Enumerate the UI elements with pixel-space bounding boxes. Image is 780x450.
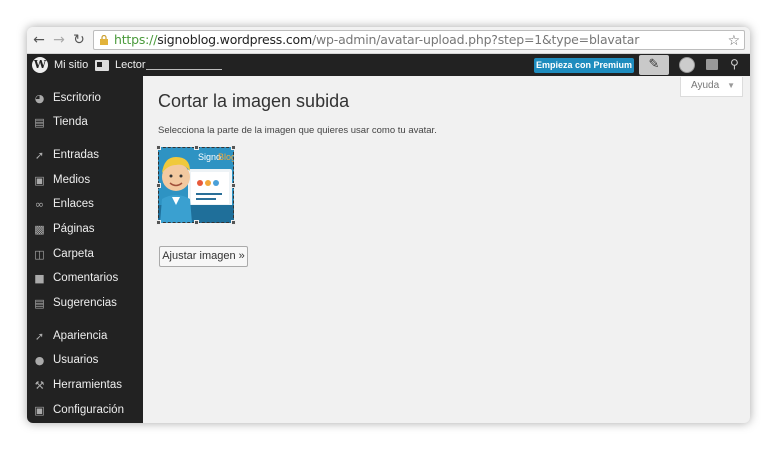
admin-sidebar: ◕ Escritorio ▤ Tienda ➚ Entradas ▣ Medio… — [27, 76, 143, 423]
browser-window: ← → ↻ https://signoblog.wordpress.com/wp… — [27, 27, 750, 423]
crop-handle-sw[interactable] — [156, 220, 161, 225]
tools-icon: ⚒ — [34, 378, 45, 392]
sidebar-item-label: Escritorio — [53, 92, 101, 104]
sidebar-item-usuarios[interactable]: ● Usuarios — [27, 350, 143, 370]
link-icon: ∞ — [34, 197, 45, 211]
help-tab[interactable]: Ayuda ▼ — [680, 77, 743, 97]
sidebar-item-configuracion[interactable]: ▣ Configuración — [27, 400, 143, 420]
feedback-icon: ▤ — [34, 296, 45, 310]
reader-link[interactable]: Lector — [95, 54, 146, 76]
cart-icon: ▤ — [34, 115, 45, 129]
crop-handle-w[interactable] — [156, 183, 161, 188]
chevron-down-icon: ▼ — [727, 81, 735, 90]
sidebar-item-label: Sugerencias — [53, 297, 117, 309]
help-label: Ayuda — [691, 80, 720, 91]
address-bar[interactable]: https://signoblog.wordpress.com/wp-admin… — [93, 30, 745, 50]
reader-label: Lector — [115, 59, 146, 71]
sidebar-item-carpeta[interactable]: ◫ Carpeta — [27, 244, 143, 264]
sidebar-item-apariencia[interactable]: ➚ Apariencia — [27, 326, 143, 346]
reader-icon — [95, 59, 109, 71]
forward-arrow-icon[interactable]: → — [51, 32, 67, 48]
sidebar-item-tienda[interactable]: ▤ Tienda — [27, 112, 143, 132]
sidebar-item-label: Herramientas — [53, 379, 123, 391]
users-icon: ● — [34, 353, 45, 367]
search-icon[interactable]: ⚲ — [730, 57, 739, 71]
sidebar-item-label: Usuarios — [53, 354, 99, 366]
appearance-icon: ➚ — [34, 329, 45, 343]
sidebar-item-medios[interactable]: ▣ Medios — [27, 170, 143, 190]
admin-bar: W Mi sitio Lector Empieza con Premium ✎ … — [27, 54, 750, 76]
pin-icon: ➚ — [34, 148, 45, 162]
crop-handle-e[interactable] — [231, 183, 236, 188]
new-post-pencil-icon[interactable]: ✎ — [639, 55, 669, 75]
my-site-link[interactable]: W Mi sitio — [32, 54, 88, 76]
adjust-image-button[interactable]: Ajustar imagen » — [159, 246, 248, 267]
sidebar-item-label: Entradas — [53, 149, 100, 161]
crop-handle-nw[interactable] — [156, 145, 161, 150]
pages-icon: ▩ — [34, 222, 45, 236]
folder-icon: ◫ — [34, 247, 45, 261]
crop-handle-se[interactable] — [231, 220, 236, 225]
crop-handle-s[interactable] — [194, 220, 199, 225]
sidebar-item-escritorio[interactable]: ◕ Escritorio — [27, 88, 143, 108]
reload-icon[interactable]: ↻ — [71, 32, 87, 48]
crop-instructions: Selecciona la parte de la imagen que qui… — [158, 125, 437, 136]
sidebar-item-comentarios[interactable]: ■ Comentarios — [27, 268, 143, 288]
media-icon: ▣ — [34, 173, 45, 187]
url-scheme: https:// — [114, 32, 158, 47]
crop-selection[interactable] — [156, 145, 236, 225]
crop-handle-n[interactable] — [194, 145, 199, 150]
premium-button[interactable]: Empieza con Premium — [534, 58, 634, 73]
sidebar-item-label: Comentarios — [53, 272, 119, 284]
url-path: /wp-admin/avatar-upload.php?step=1&type=… — [311, 32, 640, 47]
url-host: signoblog.wordpress.com — [157, 32, 312, 47]
page-title: Cortar la imagen subida — [158, 91, 350, 111]
comment-icon: ■ — [34, 271, 45, 285]
sidebar-item-label: Medios — [53, 174, 91, 186]
back-arrow-icon[interactable]: ← — [31, 32, 47, 48]
sidebar-item-sugerencias[interactable]: ▤ Sugerencias — [27, 293, 143, 313]
user-avatar-icon[interactable] — [679, 57, 695, 73]
crop-handle-ne[interactable] — [231, 145, 236, 150]
settings-icon: ▣ — [34, 403, 45, 417]
lock-icon — [100, 35, 108, 45]
site-name-placeholder[interactable] — [146, 64, 222, 70]
sidebar-item-label: Páginas — [53, 223, 95, 235]
notifications-icon[interactable] — [706, 59, 718, 70]
sidebar-item-label: Apariencia — [53, 330, 108, 342]
sidebar-item-label: Tienda — [53, 116, 88, 128]
sidebar-item-herramientas[interactable]: ⚒ Herramientas — [27, 375, 143, 395]
bookmark-star-icon[interactable]: ☆ — [728, 32, 741, 49]
my-site-label: Mi sitio — [54, 59, 89, 71]
sidebar-item-label: Configuración — [53, 404, 124, 416]
sidebar-item-label: Enlaces — [53, 198, 94, 210]
sidebar-item-enlaces[interactable]: ∞ Enlaces — [27, 194, 143, 214]
sidebar-item-entradas[interactable]: ➚ Entradas — [27, 145, 143, 165]
wordpress-logo-icon: W — [32, 57, 48, 73]
sidebar-item-paginas[interactable]: ▩ Páginas — [27, 219, 143, 239]
browser-toolbar: ← → ↻ https://signoblog.wordpress.com/wp… — [27, 27, 750, 54]
dashboard-icon: ◕ — [34, 91, 45, 105]
sidebar-item-label: Carpeta — [53, 248, 94, 260]
